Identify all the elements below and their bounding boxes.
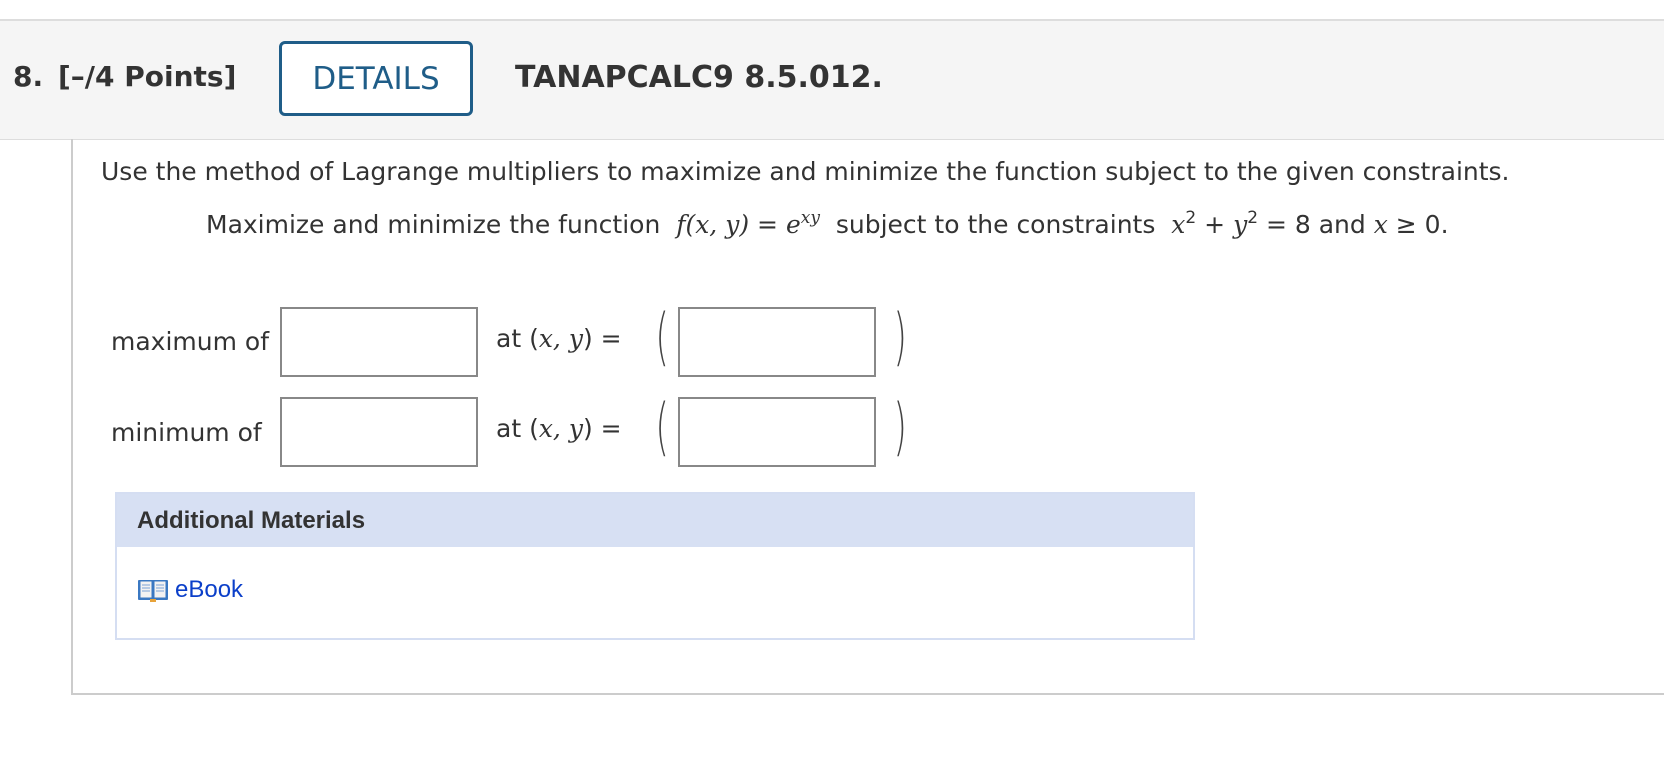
minimum-point-input[interactable]	[678, 397, 876, 467]
constraint-x: x	[1171, 210, 1186, 239]
maximum-at-label: at (x, y) =	[496, 324, 622, 353]
question-statement: Maximize and minimize the function f(x, …	[206, 208, 1449, 240]
close-paren: )	[893, 390, 907, 463]
constraint-y: y	[1233, 210, 1248, 239]
minimum-at-label: at (x, y) =	[496, 414, 622, 443]
additional-materials-title: Additional Materials	[137, 507, 366, 534]
function-equals: =	[757, 210, 778, 239]
minimum-label: minimum of	[111, 418, 262, 447]
constraint-plus: +	[1204, 210, 1226, 239]
function-lhs: f(x, y)	[676, 210, 750, 239]
at-prefix: at (	[496, 414, 539, 443]
open-paren: (	[655, 390, 669, 463]
book-icon	[138, 580, 168, 602]
constraint-text: subject to the constraints	[835, 210, 1156, 239]
ebook-link[interactable]: eBook	[137, 576, 243, 604]
at-prefix: at (	[496, 324, 539, 353]
constraint-square-2: 2	[1247, 208, 1259, 228]
at-suffix: ) =	[582, 324, 622, 353]
question-instruction: Use the method of Lagrange multipliers t…	[101, 157, 1510, 186]
additional-materials-panel: Additional Materials eBook	[115, 492, 1195, 640]
ebook-label[interactable]: eBook	[175, 576, 243, 604]
at-vars: x, y	[538, 414, 583, 443]
constraint-x-2: x	[1373, 210, 1388, 239]
additional-materials-header: Additional Materials	[117, 494, 1193, 547]
question-number: 8.	[13, 60, 44, 93]
question-points: [–/4 Points]	[58, 60, 237, 93]
details-button[interactable]: DETAILS	[279, 41, 473, 116]
at-vars: x, y	[538, 324, 583, 353]
problem-code: TANAPCALC9 8.5.012.	[515, 60, 883, 95]
function-exponent: xy	[800, 208, 820, 228]
open-paren: (	[655, 300, 669, 373]
maximum-value-input[interactable]	[280, 307, 478, 377]
maximum-label: maximum of	[111, 327, 270, 356]
constraint-condition: ≥ 0.	[1395, 210, 1449, 239]
constraint-square-1: 2	[1185, 208, 1197, 228]
close-paren: )	[893, 300, 907, 373]
minimum-value-input[interactable]	[280, 397, 478, 467]
function-base: e	[785, 210, 801, 239]
at-suffix: ) =	[582, 414, 622, 443]
constraint-rhs: = 8 and	[1265, 210, 1366, 239]
statement-prefix: Maximize and minimize the function	[206, 210, 661, 239]
maximum-point-input[interactable]	[678, 307, 876, 377]
